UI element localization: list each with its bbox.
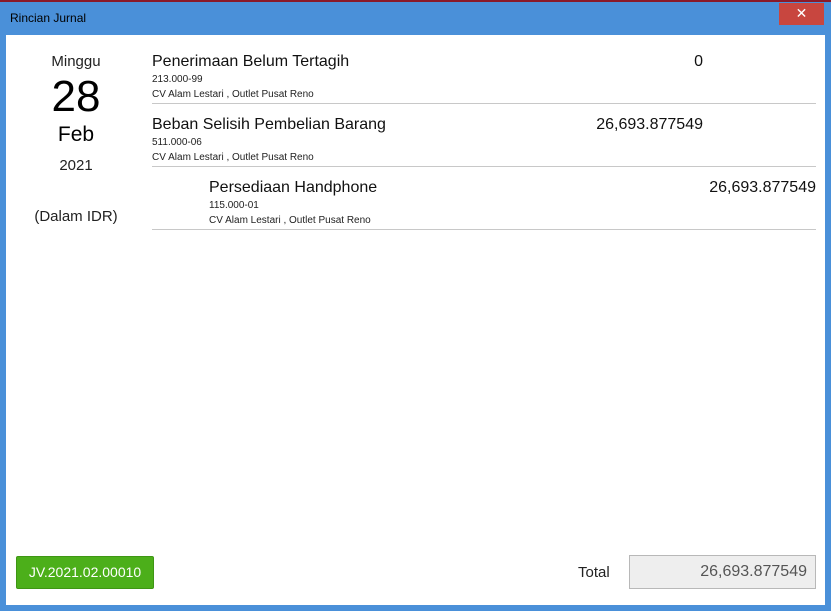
journal-number-button[interactable]: JV.2021.02.00010	[16, 556, 154, 589]
account-location: CV Alam Lestari , Outlet Pusat Reno	[152, 152, 314, 163]
close-icon: ✕	[795, 5, 808, 21]
debit-amount: 26,693.877549	[596, 116, 703, 133]
month: Feb	[57, 123, 95, 146]
account-code: 115.000-01	[209, 200, 259, 211]
credit-amount: 26,693.877549	[709, 179, 816, 196]
total-label: Total	[578, 564, 610, 581]
account-location: CV Alam Lestari , Outlet Pusat Reno	[152, 89, 314, 100]
account-name: Persediaan Handphone	[209, 179, 378, 196]
journal-entry-row: Penerimaan Belum Tertagih 213.000-99 CV …	[152, 41, 816, 104]
journal-content: Minggu 28 Feb 2021 (Dalam IDR) Penerimaa…	[6, 35, 825, 605]
account-code: 213.000-99	[152, 74, 203, 85]
day-number: 28	[51, 72, 101, 121]
account-name: Penerimaan Belum Tertagih	[152, 53, 350, 70]
account-code: 511.000-06	[152, 137, 202, 148]
journal-entry-row: Beban Selisih Pembelian Barang 511.000-0…	[152, 104, 816, 167]
journal-entry-row: Persediaan Handphone 115.000-01 CV Alam …	[152, 167, 816, 230]
account-name: Beban Selisih Pembelian Barang	[152, 116, 386, 133]
window-title: Rincian Jurnal	[10, 11, 87, 25]
account-location: CV Alam Lestari , Outlet Pusat Reno	[209, 215, 371, 226]
day-name: Minggu	[51, 53, 101, 70]
debit-amount: 0	[694, 53, 703, 70]
year: 2021	[59, 157, 93, 174]
journal-detail-window: Rincian Jurnal ✕ Minggu 28 Feb 2021 (Dal…	[0, 0, 831, 611]
title-bar[interactable]: Rincian Jurnal ✕	[0, 2, 831, 35]
currency-note: (Dalam IDR)	[34, 208, 118, 225]
total-field[interactable]: 26,693.877549	[629, 555, 816, 589]
close-button[interactable]: ✕	[779, 3, 824, 25]
